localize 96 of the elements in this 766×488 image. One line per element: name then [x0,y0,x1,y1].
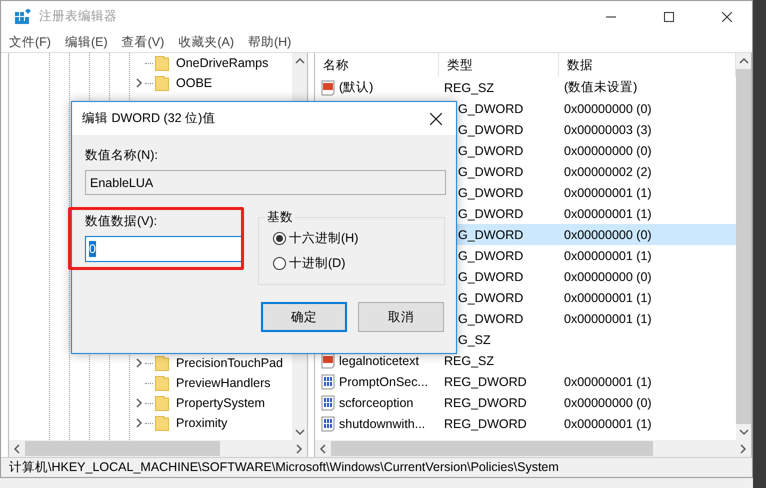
value-name-field[interactable]: EnableLUA [85,170,446,195]
value-data: 0x00000001 (1) [563,374,653,388]
radio-icon[interactable] [273,257,286,270]
string-value-icon [321,352,337,368]
group-title: 基数 [266,209,294,226]
string-value-icon [321,80,337,96]
list-row[interactable]: shutdownwith... REG_DWORD 0x00000001 (1) [315,413,736,434]
value-data: 0x00000001 (1) [563,290,653,304]
value-data: 0x00000002 (2) [563,164,653,178]
value-type: REG_DWORD [443,396,528,410]
folder-icon [155,75,169,91]
tree-item[interactable]: PrecisionTouchPad [176,356,284,370]
column-header[interactable]: 类型 [439,53,559,77]
list-row[interactable]: scforceoption REG_DWORD 0x00000000 (0) [315,392,736,413]
value-data-field[interactable]: 0 [85,236,244,262]
binary-value-icon [321,394,337,410]
value-data: (数值未设置) [563,79,638,96]
expand-chevron-icon[interactable] [135,358,143,368]
tree-item[interactable]: PreviewHandlers [176,376,270,390]
value-data: 0x00000003 (3) [563,122,653,136]
value-data: 0x00000001 (1) [563,186,653,200]
dialog-button[interactable]: 确定 [261,302,347,332]
value-type: G_DWORD [457,164,524,178]
scroll-up-icon[interactable] [294,57,304,65]
value-type: G_SZ [457,332,492,346]
binary-value-icon [321,416,337,432]
scroll-right-icon[interactable] [295,444,303,454]
tree-item[interactable]: OneDriveRamps [176,56,268,70]
scrollbar-thumb[interactable] [25,441,220,456]
scrollbar-thumb[interactable] [331,441,653,456]
menu-item[interactable]: 查看(V) [122,34,164,50]
folder-icon [155,395,169,411]
list-row[interactable]: (默认) REG_SZ (数值未设置) [315,77,736,98]
list-row[interactable]: legalnoticetext REG_SZ [315,350,736,371]
maximize-icon[interactable] [664,12,674,22]
value-data: 0x00000000 (0) [563,228,653,242]
radio-option[interactable]: 十进制(D) [273,255,444,272]
value-type: G_DWORD [457,248,524,262]
tree-item[interactable]: OOBE [176,76,212,90]
close-icon[interactable] [430,112,442,124]
menu-item[interactable]: 帮助(H) [248,34,292,50]
value-data: 0x00000001 (1) [563,206,653,220]
value-type: G_DWORD [457,122,524,136]
field-label: 数值数据(V): [85,213,158,230]
value-type: G_DWORD [457,144,524,158]
value-name: legalnoticetext [339,354,419,368]
value-type: REG_DWORD [443,416,528,430]
menu-item[interactable]: 收藏夹(A) [178,34,234,50]
value-name: (默认) [339,79,374,96]
value-type: G_DWORD [457,270,524,284]
field-label: 数值名称(N): [85,147,159,164]
tree-item[interactable]: Proximity [176,416,228,430]
value-name: PromptOnSec... [339,374,428,388]
folder-icon [155,375,169,391]
value-type: G_DWORD [457,206,524,220]
scroll-down-icon[interactable] [294,428,304,436]
value-type: G_DWORD [457,228,524,242]
scroll-down-icon[interactable] [738,428,748,436]
value-data: 0x00000000 (0) [563,102,653,116]
value-type: G_DWORD [457,186,524,200]
value-data: 0x00000001 (1) [563,248,653,262]
value-type: G_DWORD [457,312,524,326]
value-type: REG_DWORD [443,374,528,388]
value-data: 0x00000000 (0) [563,396,653,410]
scroll-left-icon[interactable] [319,444,327,454]
value-type: G_DWORD [457,102,524,116]
scrollbar-thumb[interactable] [736,69,751,424]
tree-item[interactable]: PropertySystem [176,396,265,410]
folder-icon [155,415,169,431]
window-title: 注册表编辑器 [39,8,118,25]
close-icon[interactable] [722,12,732,22]
value-type: REG_SZ [443,354,496,368]
radio-icon[interactable] [273,232,286,245]
scroll-right-icon[interactable] [739,444,747,454]
scroll-left-icon[interactable] [13,444,21,454]
value-type: G_DWORD [457,290,524,304]
binary-value-icon [321,374,337,390]
folder-icon [155,55,169,71]
scroll-up-icon[interactable] [738,57,748,65]
value-type: REG_SZ [443,80,496,94]
value-data: 0x00000000 (0) [563,144,653,158]
registry-app-icon [15,8,31,24]
value-name: shutdownwith... [339,416,426,430]
status-path: 计算机\HKEY_LOCAL_MACHINE\SOFTWARE\Microsoft\Windows\CurrentVersion\Policies\System [9,459,559,476]
list-row[interactable]: PromptOnSec... REG_DWORD 0x00000001 (1) [315,371,736,392]
value-data: 0x00000000 (0) [563,270,653,284]
dialog-title: 编辑 DWORD (32 位)值 [82,110,216,127]
folder-icon [155,355,169,371]
column-header[interactable]: 名称 [315,53,439,77]
value-name: scforceoption [339,396,414,410]
expand-chevron-icon[interactable] [135,78,143,88]
value-data: 0x00000001 (1) [563,312,653,326]
value-data: 0x00000001 (1) [563,416,653,430]
menu-item[interactable]: 编辑(E) [64,34,108,50]
dialog-button[interactable]: 取消 [358,302,444,332]
menu-item[interactable]: 文件(F) [9,34,51,50]
